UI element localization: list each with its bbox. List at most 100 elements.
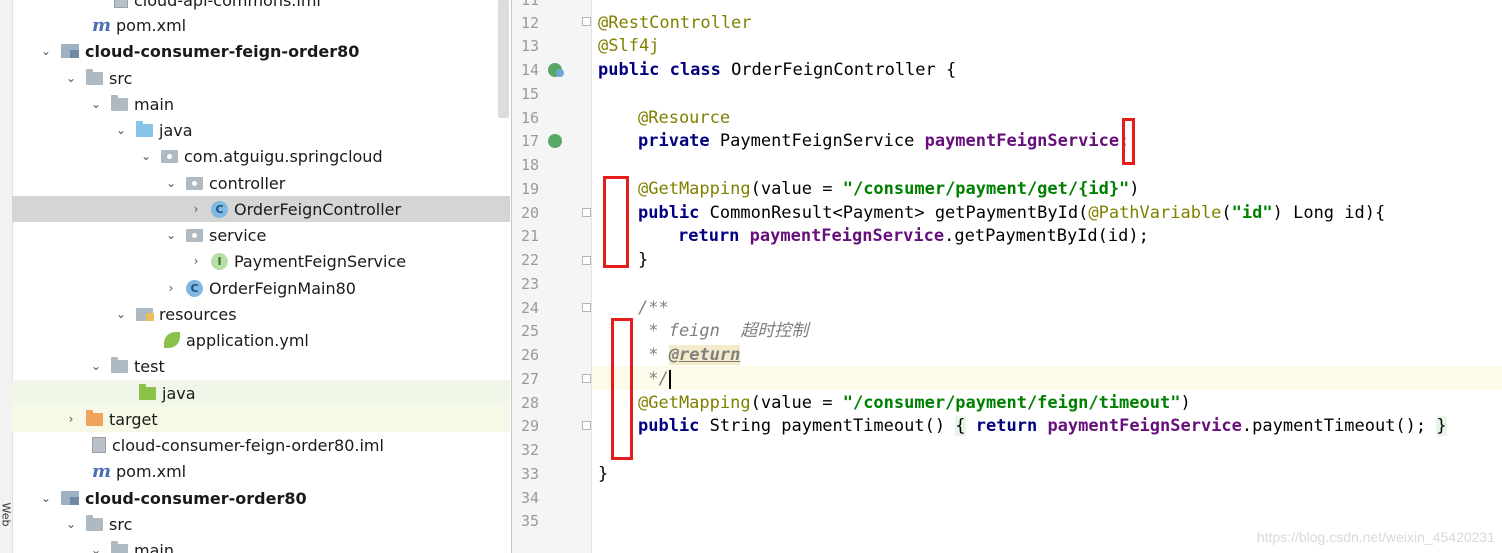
- module-icon: [61, 44, 79, 58]
- fold-marker[interactable]: [582, 374, 591, 383]
- string-literal: "/consumer/payment/get/{id}": [842, 179, 1130, 199]
- tree-item-module-order80[interactable]: ⌄ cloud-consumer-order80: [12, 485, 510, 511]
- chevron-down-icon[interactable]: ⌄: [64, 71, 78, 85]
- tree-item-java[interactable]: ⌄ java: [12, 117, 510, 143]
- code-editor[interactable]: 11 12 13 14 15 16 17 18 19 20 21 22 23 2…: [511, 0, 1502, 553]
- chevron-right-icon[interactable]: ›: [189, 202, 203, 216]
- chevron-down-icon[interactable]: ⌄: [64, 517, 78, 531]
- line-number: 22: [520, 251, 539, 269]
- annotation: @PathVariable: [1088, 203, 1222, 223]
- code-text: ): [1180, 393, 1191, 413]
- tree-item-pom-xml[interactable]: m pom.xml: [12, 12, 510, 38]
- line-number: 15: [520, 85, 539, 103]
- tree-item-target[interactable]: › target: [12, 406, 510, 432]
- line-number: 25: [520, 322, 539, 340]
- fold-marker[interactable]: [582, 208, 591, 217]
- tree-item-main-2[interactable]: ⌄ main: [12, 537, 510, 553]
- tree-item-order-feign-main80[interactable]: › C OrderFeignMain80: [12, 275, 510, 301]
- chevron-down-icon[interactable]: ⌄: [164, 176, 178, 190]
- fold-marker[interactable]: [582, 421, 591, 430]
- tree-item-label: src: [109, 514, 133, 534]
- code-line-19: @GetMapping(value = "/consumer/payment/g…: [638, 177, 1140, 201]
- tree-item-service[interactable]: ⌄ service: [12, 222, 510, 248]
- tree-item-resources[interactable]: ⌄ resources: [12, 301, 510, 327]
- folder-icon: [86, 514, 103, 531]
- doc-comment: * feign 超时控制: [638, 321, 809, 341]
- line-number: 19: [520, 180, 539, 198]
- tree-item-main[interactable]: ⌄ main: [12, 91, 510, 117]
- main-class-icon: C: [186, 279, 203, 297]
- tree-item-pom-xml-2[interactable]: m pom.xml: [12, 458, 510, 484]
- chevron-down-icon[interactable]: ⌄: [89, 543, 103, 553]
- chevron-down-icon[interactable]: ⌄: [89, 359, 103, 373]
- resources-folder-icon: [136, 307, 154, 321]
- highlight-box: [603, 176, 629, 268]
- tree-item-application-yml[interactable]: application.yml: [12, 327, 510, 353]
- folder-icon: [111, 356, 128, 373]
- tree-item-label: service: [209, 225, 267, 245]
- chevron-down-icon[interactable]: ⌄: [114, 307, 128, 321]
- tree-item-feign-order80-iml[interactable]: cloud-consumer-feign-order80.iml: [12, 432, 510, 458]
- text-caret: [668, 369, 671, 389]
- tree-item-module-feign-order80[interactable]: ⌄ cloud-consumer-feign-order80: [12, 38, 510, 64]
- line-number: 18: [520, 156, 539, 174]
- chevron-down-icon[interactable]: ⌄: [164, 228, 178, 242]
- folded-close-brace[interactable]: }: [1436, 416, 1447, 436]
- keyword: private: [638, 131, 720, 151]
- tree-item-controller[interactable]: ⌄ controller: [12, 170, 510, 196]
- chevron-down-icon[interactable]: ⌄: [39, 491, 53, 505]
- folder-icon: [111, 540, 128, 553]
- tree-item-test-java[interactable]: java: [12, 380, 510, 406]
- line-number: 20: [520, 204, 539, 222]
- folded-open-brace[interactable]: {: [955, 416, 966, 436]
- editor-gutter: 11 12 13 14 15 16 17 18 19 20 21 22 23 2…: [512, 0, 592, 553]
- spring-bean-gutter-icon[interactable]: [548, 63, 564, 77]
- keyword: public: [638, 203, 710, 223]
- code-text: CommonResult<Payment> getPaymentById(: [709, 203, 1089, 223]
- code-line-26: * @return: [638, 343, 741, 367]
- tree-item-package[interactable]: ⌄ com.atguigu.springcloud: [12, 143, 510, 169]
- line-number: 21: [520, 227, 539, 245]
- chevron-right-icon[interactable]: ›: [189, 254, 203, 268]
- line-number: 29: [520, 417, 539, 435]
- chevron-right-icon[interactable]: ›: [164, 281, 178, 295]
- code-line-24: /**: [638, 296, 669, 320]
- package-icon: [161, 149, 178, 163]
- tree-item-payment-feign-service[interactable]: › I PaymentFeignService: [12, 248, 510, 274]
- fold-marker[interactable]: [582, 303, 591, 312]
- annotation: @GetMapping: [638, 393, 751, 413]
- class-icon: C: [211, 200, 228, 218]
- code-line-22: }: [638, 248, 648, 272]
- tree-item-label: cloud-consumer-feign-order80: [85, 41, 360, 61]
- field-name: paymentFeignService: [749, 226, 945, 246]
- fold-marker[interactable]: [582, 17, 591, 26]
- autowired-gutter-icon[interactable]: [548, 134, 562, 148]
- chevron-down-icon[interactable]: ⌄: [139, 149, 153, 163]
- line-number: 12: [520, 14, 539, 32]
- keyword: public class: [598, 60, 732, 80]
- doc-comment: *: [638, 345, 669, 365]
- code-line-27: */: [638, 367, 671, 391]
- tree-item-label: OrderFeignController: [234, 199, 402, 219]
- web-tool-label[interactable]: Web: [0, 503, 13, 527]
- string-literal: "/consumer/payment/feign/timeout": [842, 393, 1181, 413]
- chevron-right-icon[interactable]: ›: [64, 412, 78, 426]
- chevron-down-icon[interactable]: ⌄: [114, 123, 128, 137]
- code-line-13: @Slf4j: [598, 34, 659, 58]
- javadoc-tag: @return: [668, 345, 741, 365]
- folder-icon: [111, 94, 128, 111]
- tree-item-src[interactable]: ⌄ src: [12, 65, 510, 91]
- chevron-down-icon[interactable]: ⌄: [39, 44, 53, 58]
- highlight-box: [611, 318, 633, 460]
- doc-comment: */: [638, 369, 669, 389]
- tree-item-label: pom.xml: [116, 461, 187, 481]
- maven-icon: m: [92, 14, 112, 36]
- tree-item-test[interactable]: ⌄ test: [12, 353, 510, 379]
- line-number: 13: [520, 37, 539, 55]
- tree-item-src-2[interactable]: ⌄ src: [12, 511, 510, 537]
- fold-marker[interactable]: [582, 256, 591, 265]
- tree-item-order-feign-controller[interactable]: › C OrderFeignController: [12, 196, 510, 222]
- tree-item-label: main: [134, 94, 174, 114]
- package-icon: [186, 228, 203, 242]
- chevron-down-icon[interactable]: ⌄: [89, 97, 103, 111]
